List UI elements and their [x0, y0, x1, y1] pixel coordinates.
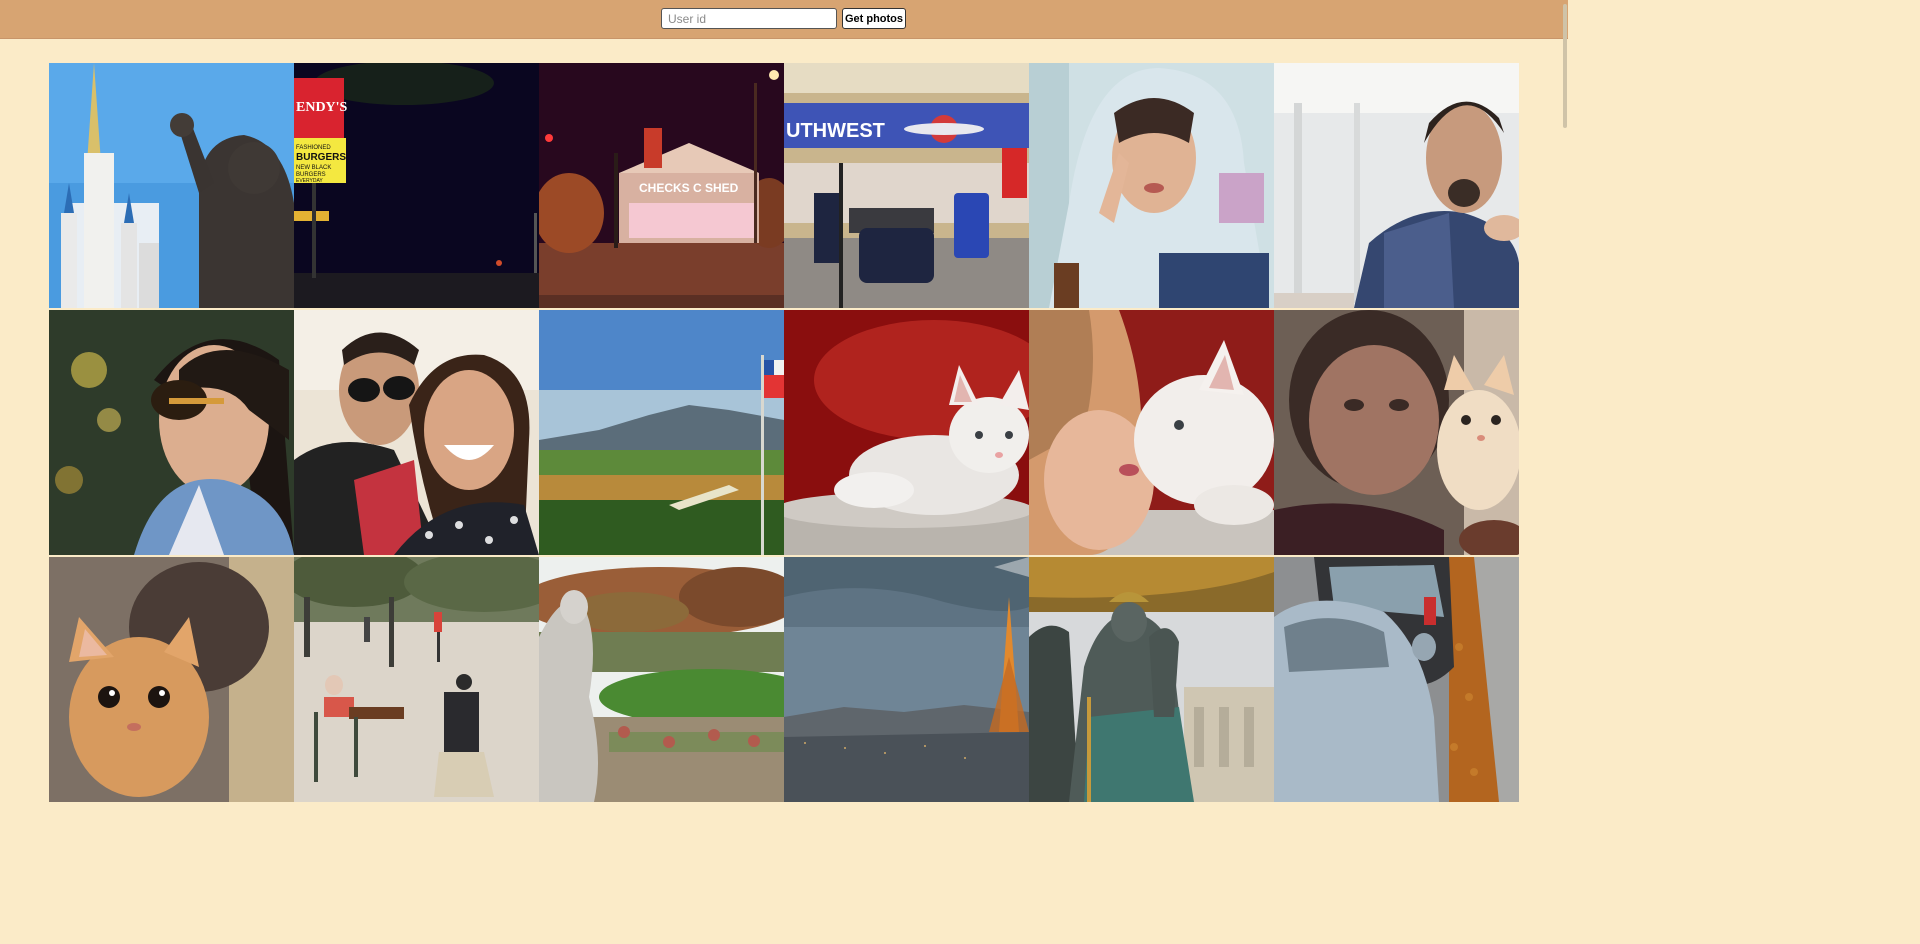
photo-grid: ENDY'S FASHIONED BURGERS NEW BLACK BURGE…	[49, 63, 1519, 802]
photo-tile[interactable]	[539, 557, 784, 802]
photo-fountain-statues	[1029, 557, 1274, 802]
photo-orange-kitten	[49, 557, 294, 802]
photo-garden-statue	[539, 557, 784, 802]
top-bar: Get photos	[0, 0, 1568, 39]
wendys-menu-line: FASHIONED	[296, 145, 331, 151]
photo-tile[interactable]: ENDY'S FASHIONED BURGERS NEW BLACK BURGE…	[294, 63, 539, 308]
photo-tile[interactable]	[784, 310, 1029, 555]
photo-tile[interactable]: UTHWEST	[784, 63, 1029, 308]
photo-wendys-night: ENDY'S FASHIONED BURGERS NEW BLACK BURGE…	[294, 63, 539, 308]
photo-tile[interactable]	[49, 310, 294, 555]
photo-tile[interactable]	[294, 557, 539, 802]
checks-cashed-sign: CHECKS C SHED	[639, 181, 739, 195]
scrollbar[interactable]	[1563, 4, 1567, 128]
wendys-menu-line: EVERYDAY	[296, 178, 323, 184]
photo-tile[interactable]	[294, 310, 539, 555]
photo-woman-kitten	[1029, 310, 1274, 555]
photo-man-kitten	[1274, 310, 1519, 555]
photo-parked-cars	[1274, 557, 1519, 802]
photo-white-kitten	[784, 310, 1029, 555]
photo-airport-counter: UTHWEST	[784, 63, 1029, 308]
photo-tile[interactable]	[784, 557, 1029, 802]
photo-flag-landscape	[539, 310, 784, 555]
photo-tile[interactable]	[49, 557, 294, 802]
photo-woman-sunglasses	[49, 310, 294, 555]
wendys-menu-line: NEW BLACK	[296, 165, 331, 171]
photo-tile[interactable]	[1029, 310, 1274, 555]
photo-tile[interactable]	[49, 63, 294, 308]
photo-tile[interactable]	[1029, 63, 1274, 308]
airline-sign: UTHWEST	[786, 120, 885, 142]
photo-smiling-couple	[294, 310, 539, 555]
photo-castle-statue	[49, 63, 294, 308]
photo-tile[interactable]	[1274, 63, 1519, 308]
wendys-sign-text: ENDY'S	[296, 100, 348, 115]
photo-checks-cashed-night: CHECKS C SHED	[539, 63, 784, 308]
photo-bearded-man	[1274, 63, 1519, 308]
get-photos-button[interactable]: Get photos	[842, 8, 906, 29]
photo-tile[interactable]: CHECKS C SHED	[539, 63, 784, 308]
photo-tile[interactable]	[1274, 557, 1519, 802]
photo-park-chairs	[294, 557, 539, 802]
wendys-menu-line: BURGERS	[296, 152, 346, 163]
photo-tile[interactable]	[1274, 310, 1519, 555]
photo-hooded-woman	[1029, 63, 1274, 308]
photo-tile[interactable]	[1029, 557, 1274, 802]
photo-tile[interactable]	[539, 310, 784, 555]
photo-eiffel-dusk	[784, 557, 1029, 802]
user-id-input[interactable]	[661, 8, 837, 29]
